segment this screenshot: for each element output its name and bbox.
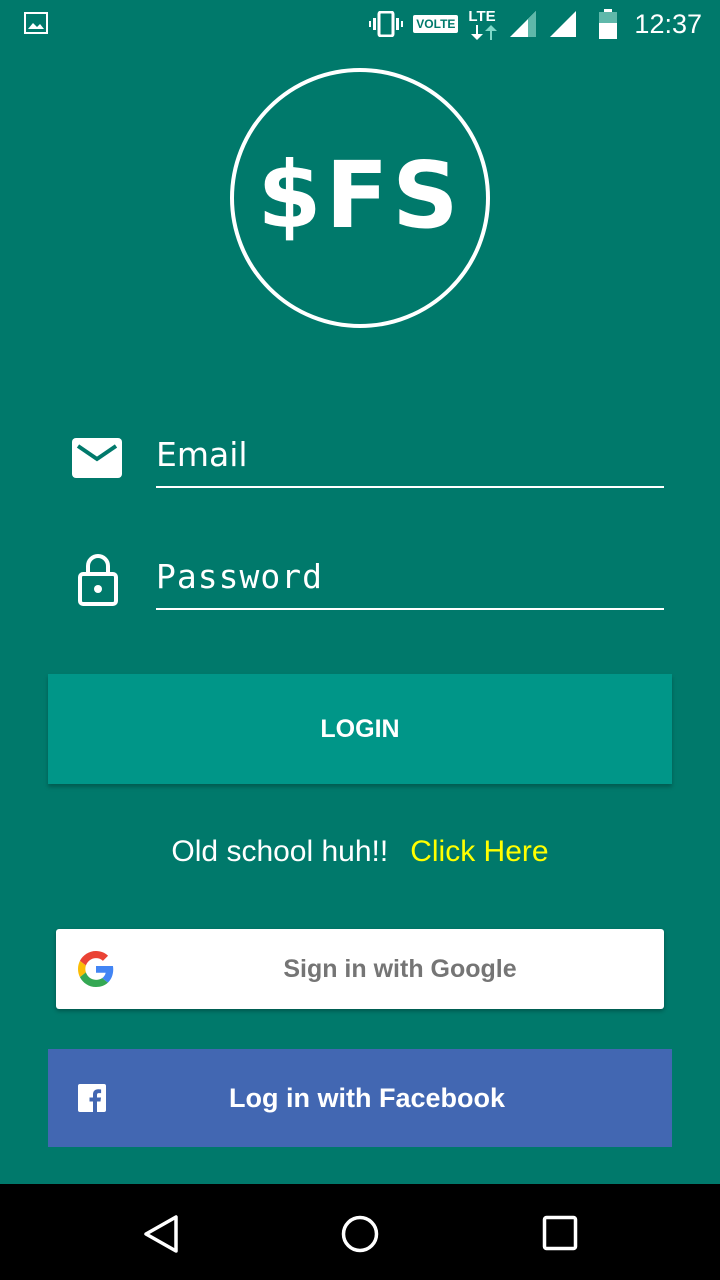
gallery-icon	[24, 12, 48, 34]
lock-icon	[78, 554, 118, 606]
click-here-link[interactable]: Click Here	[410, 835, 548, 868]
login-button[interactable]: LOGIN	[48, 674, 672, 784]
google-sign-in-label: Sign in with Google	[283, 954, 517, 983]
vibrate-icon	[369, 11, 404, 37]
lte-indicator: LTE	[468, 8, 506, 40]
signal-icon	[510, 11, 537, 37]
email-icon	[72, 438, 122, 478]
volte-badge: VOLTE	[413, 15, 459, 33]
email-field-container	[156, 418, 664, 488]
clock: 12:37	[634, 8, 702, 39]
back-icon[interactable]	[142, 1214, 180, 1254]
facebook-login-label: Log in with Facebook	[229, 1082, 505, 1113]
data-arrows-icon	[471, 25, 498, 40]
google-sign-in-button[interactable]: Sign in with Google	[56, 929, 664, 1009]
logo-text: $FS	[257, 141, 463, 249]
password-row	[70, 540, 664, 610]
navigation-bar	[0, 1184, 720, 1280]
recents-icon[interactable]	[542, 1215, 578, 1251]
old-school-row: Old school huh!! Click Here	[0, 835, 720, 869]
app-logo: $FS	[230, 68, 490, 328]
password-field-container	[156, 540, 664, 610]
home-icon[interactable]	[340, 1214, 380, 1254]
email-row	[70, 418, 664, 488]
signal-icon-2	[550, 11, 577, 37]
status-bar: VOLTE LTE 12:37	[0, 0, 720, 48]
facebook-login-button[interactable]: Log in with Facebook	[48, 1049, 672, 1147]
email-input[interactable]	[156, 428, 664, 480]
lte-label: LTE	[468, 8, 496, 25]
old-school-text: Old school huh!!	[171, 835, 389, 868]
password-input[interactable]	[156, 550, 664, 602]
battery-icon	[599, 9, 618, 39]
